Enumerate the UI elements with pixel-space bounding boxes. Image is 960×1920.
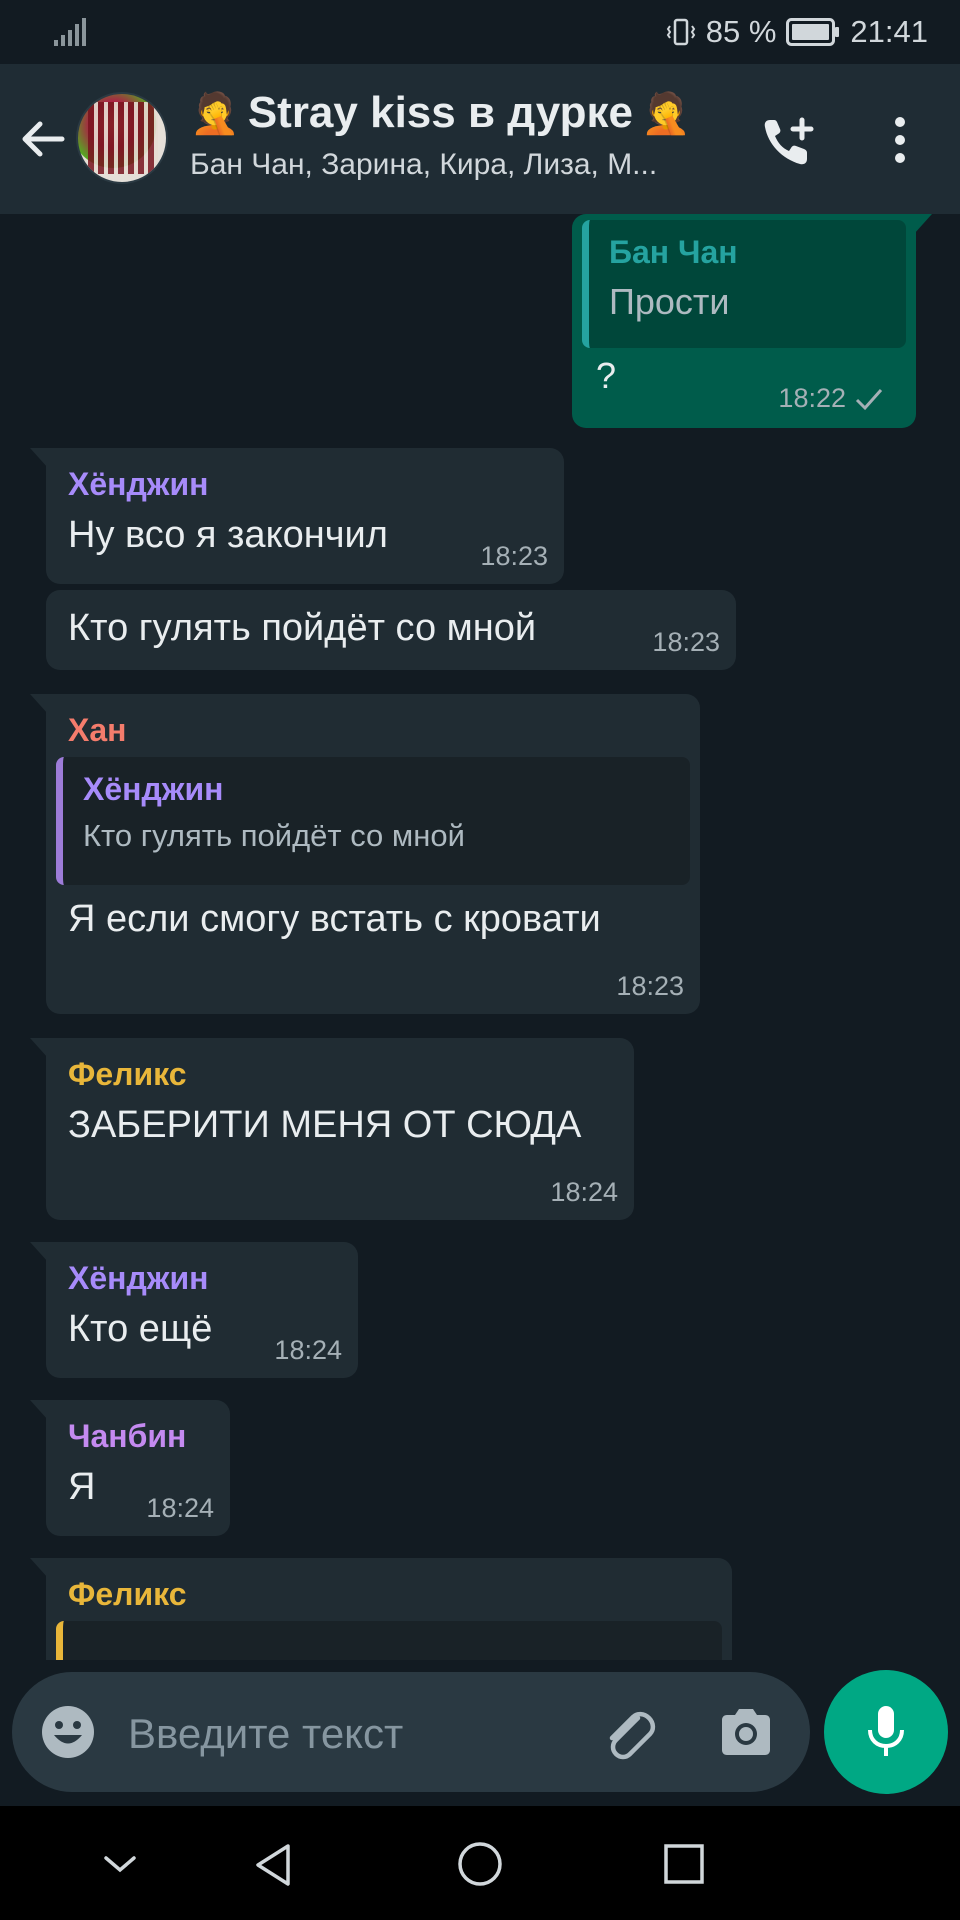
sender-name: Хёнджин — [68, 466, 209, 502]
back-arrow-icon[interactable] — [18, 114, 68, 164]
sender-name: Феликс — [68, 1576, 187, 1612]
message-list[interactable]: Бан Чан Прости ? 18:22 Хёнджин Ну всо я … — [0, 214, 960, 1660]
message-incoming[interactable]: Чанбин Я 18:24 — [30, 1400, 230, 1536]
message-time: 18:24 — [146, 1493, 214, 1523]
emoji-icon[interactable] — [40, 1704, 96, 1760]
message-time: 18:23 — [616, 971, 684, 1001]
message-incoming[interactable]: Хёнджин Кто ещё 18:24 — [30, 1242, 358, 1378]
more-vertical-icon[interactable] — [890, 114, 910, 166]
message-incoming[interactable]: Феликс ЗАБЕРИТИ МЕНЯ ОТ СЮДА 18:24 — [30, 1038, 634, 1220]
quoted-message[interactable]: Хёнджин Кто гулять пойдёт со мной — [56, 757, 690, 885]
add-call-icon[interactable] — [760, 114, 816, 170]
chat-title: 🤦 Stray kiss в дурке 🤦 — [190, 88, 730, 138]
chat-header: 🤦 Stray kiss в дурке 🤦 Бан Чан, Зарина, … — [0, 64, 960, 214]
signal-icon — [54, 18, 86, 46]
message-time: 18:24 — [550, 1177, 618, 1207]
nav-collapse-icon[interactable] — [100, 1850, 140, 1878]
attach-icon[interactable] — [598, 1704, 658, 1764]
message-incoming[interactable]: Хёнджин Ну всо я закончил 18:23 — [30, 448, 564, 584]
system-nav-bar — [0, 1806, 960, 1920]
sender-name: Феликс — [68, 1056, 187, 1092]
voice-message-button[interactable] — [824, 1670, 948, 1794]
facepalm-emoji: 🤦 — [640, 91, 691, 136]
sender-name: Хан — [68, 712, 127, 748]
quote-sender: Бан Чан — [609, 234, 738, 270]
chat-title-text: Stray kiss в дурке — [247, 88, 633, 137]
battery-icon — [786, 18, 840, 46]
quoted-message[interactable]: Бан Чан Прости — [582, 220, 906, 348]
message-time: 18:23 — [652, 627, 720, 657]
vibrate-icon — [666, 18, 695, 46]
clock: 21:41 — [850, 14, 928, 49]
message-text: ЗАБЕРИТИ МЕНЯ ОТ СЮДА — [68, 1104, 582, 1146]
battery-percent: 85 % — [705, 14, 777, 49]
nav-recents-icon[interactable] — [662, 1842, 706, 1886]
nav-back-icon[interactable] — [252, 1842, 296, 1888]
chat-members: Бан Чан, Зарина, Кира, Лиза, М... — [190, 148, 658, 181]
message-time: 18:23 — [480, 541, 548, 571]
mic-icon — [868, 1706, 904, 1756]
quote-text: Прости — [609, 281, 730, 322]
message-outgoing[interactable]: Бан Чан Прости ? 18:22 — [572, 214, 932, 428]
sender-name: Хёнджин — [68, 1260, 209, 1296]
message-time: 18:22 — [778, 383, 846, 413]
facepalm-emoji: 🤦 — [190, 91, 240, 136]
message-incoming[interactable]: Кто гулять пойдёт со мной 18:23 — [46, 590, 736, 670]
message-composer[interactable]: Введите текст — [12, 1672, 810, 1792]
chat-title-area[interactable]: 🤦 Stray kiss в дурке 🤦 Бан Чан, Зарина, … — [190, 88, 730, 182]
status-bar: 85 % 21:41 — [0, 0, 960, 64]
message-input[interactable]: Введите текст — [128, 1710, 403, 1758]
sender-name: Чанбин — [68, 1418, 187, 1454]
message-incoming[interactable]: Хан Хёнджин Кто гулять пойдёт со мной Я … — [30, 694, 700, 1014]
message-text: Я если смогу встать с кровати — [68, 898, 601, 940]
camera-icon[interactable] — [716, 1704, 776, 1760]
nav-home-icon[interactable] — [456, 1840, 504, 1888]
message-text: Ну всо я закончил — [68, 514, 388, 556]
quoted-message[interactable] — [56, 1621, 722, 1660]
message-incoming[interactable]: Феликс — [30, 1558, 732, 1660]
message-text: Кто гулять пойдёт со мной — [68, 607, 537, 649]
quote-sender: Хёнджин — [83, 771, 224, 807]
message-time: 18:24 — [274, 1335, 342, 1365]
group-avatar[interactable] — [76, 92, 168, 184]
sent-check-icon — [855, 388, 883, 410]
message-meta: 18:22 — [778, 383, 884, 414]
quote-text: Кто гулять пойдёт со мной — [83, 818, 465, 853]
